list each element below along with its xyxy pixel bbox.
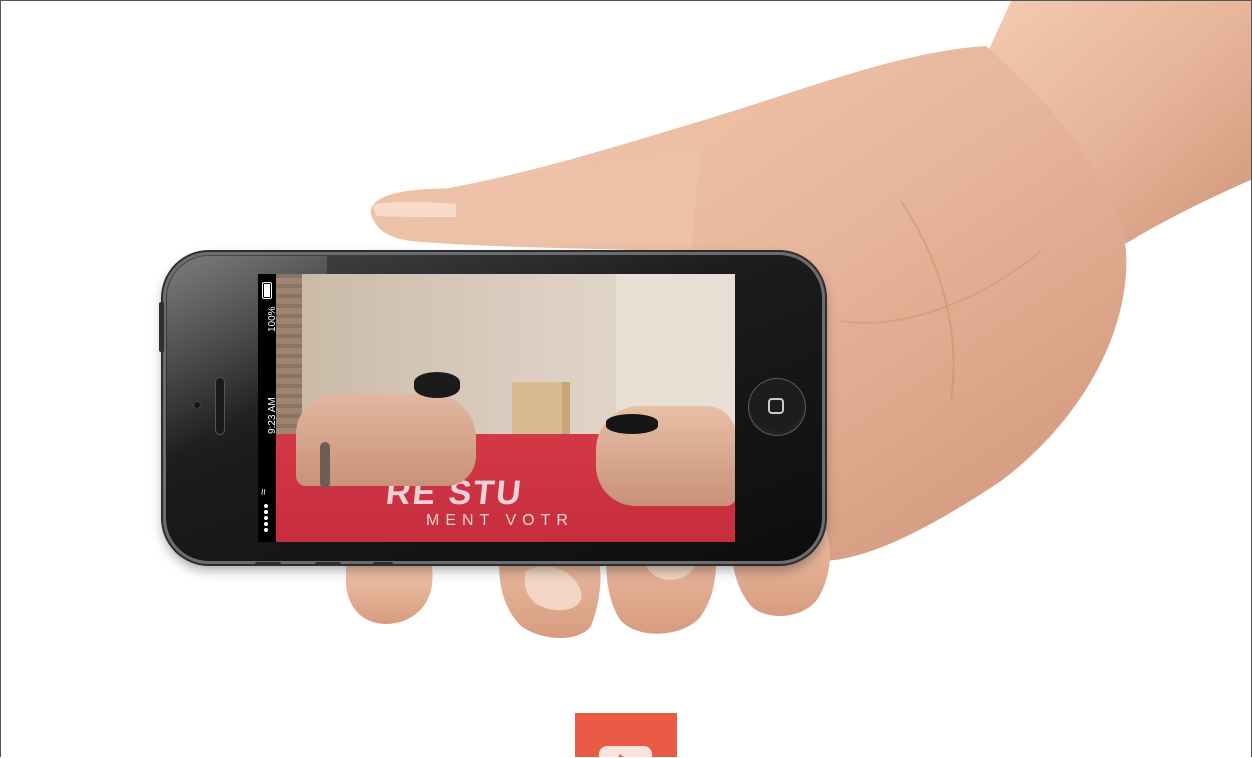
volume-up-button — [255, 562, 281, 566]
video-bracelet — [320, 442, 330, 488]
volume-down-button — [315, 562, 341, 566]
table-print-subtext: MENT VOTR — [426, 512, 574, 529]
status-bar: 100% 9:23 AM ≈ — [258, 274, 278, 542]
power-button — [373, 562, 393, 566]
page-frame: 100% 9:23 AM ≈ RE STU MENT VOTR — [0, 0, 1252, 757]
play-video-button[interactable] — [575, 713, 677, 757]
video-frame[interactable]: RE STU MENT VOTR — [276, 274, 735, 542]
home-square-icon — [768, 398, 784, 414]
home-button[interactable] — [748, 378, 806, 436]
battery-icon — [262, 282, 272, 299]
earpiece-speaker — [215, 377, 225, 435]
signal-strength-icon — [264, 504, 270, 532]
video-right-cup — [606, 414, 658, 434]
video-left-cup — [414, 372, 460, 398]
wifi-icon: ≈ — [258, 488, 271, 496]
play-icon — [599, 746, 652, 757]
front-camera-icon — [193, 401, 201, 409]
mute-switch — [159, 302, 164, 352]
video-cardboard-box — [512, 382, 570, 434]
phone-screen: 100% 9:23 AM ≈ RE STU MENT VOTR — [258, 274, 735, 542]
smartphone: 100% 9:23 AM ≈ RE STU MENT VOTR — [159, 252, 825, 566]
